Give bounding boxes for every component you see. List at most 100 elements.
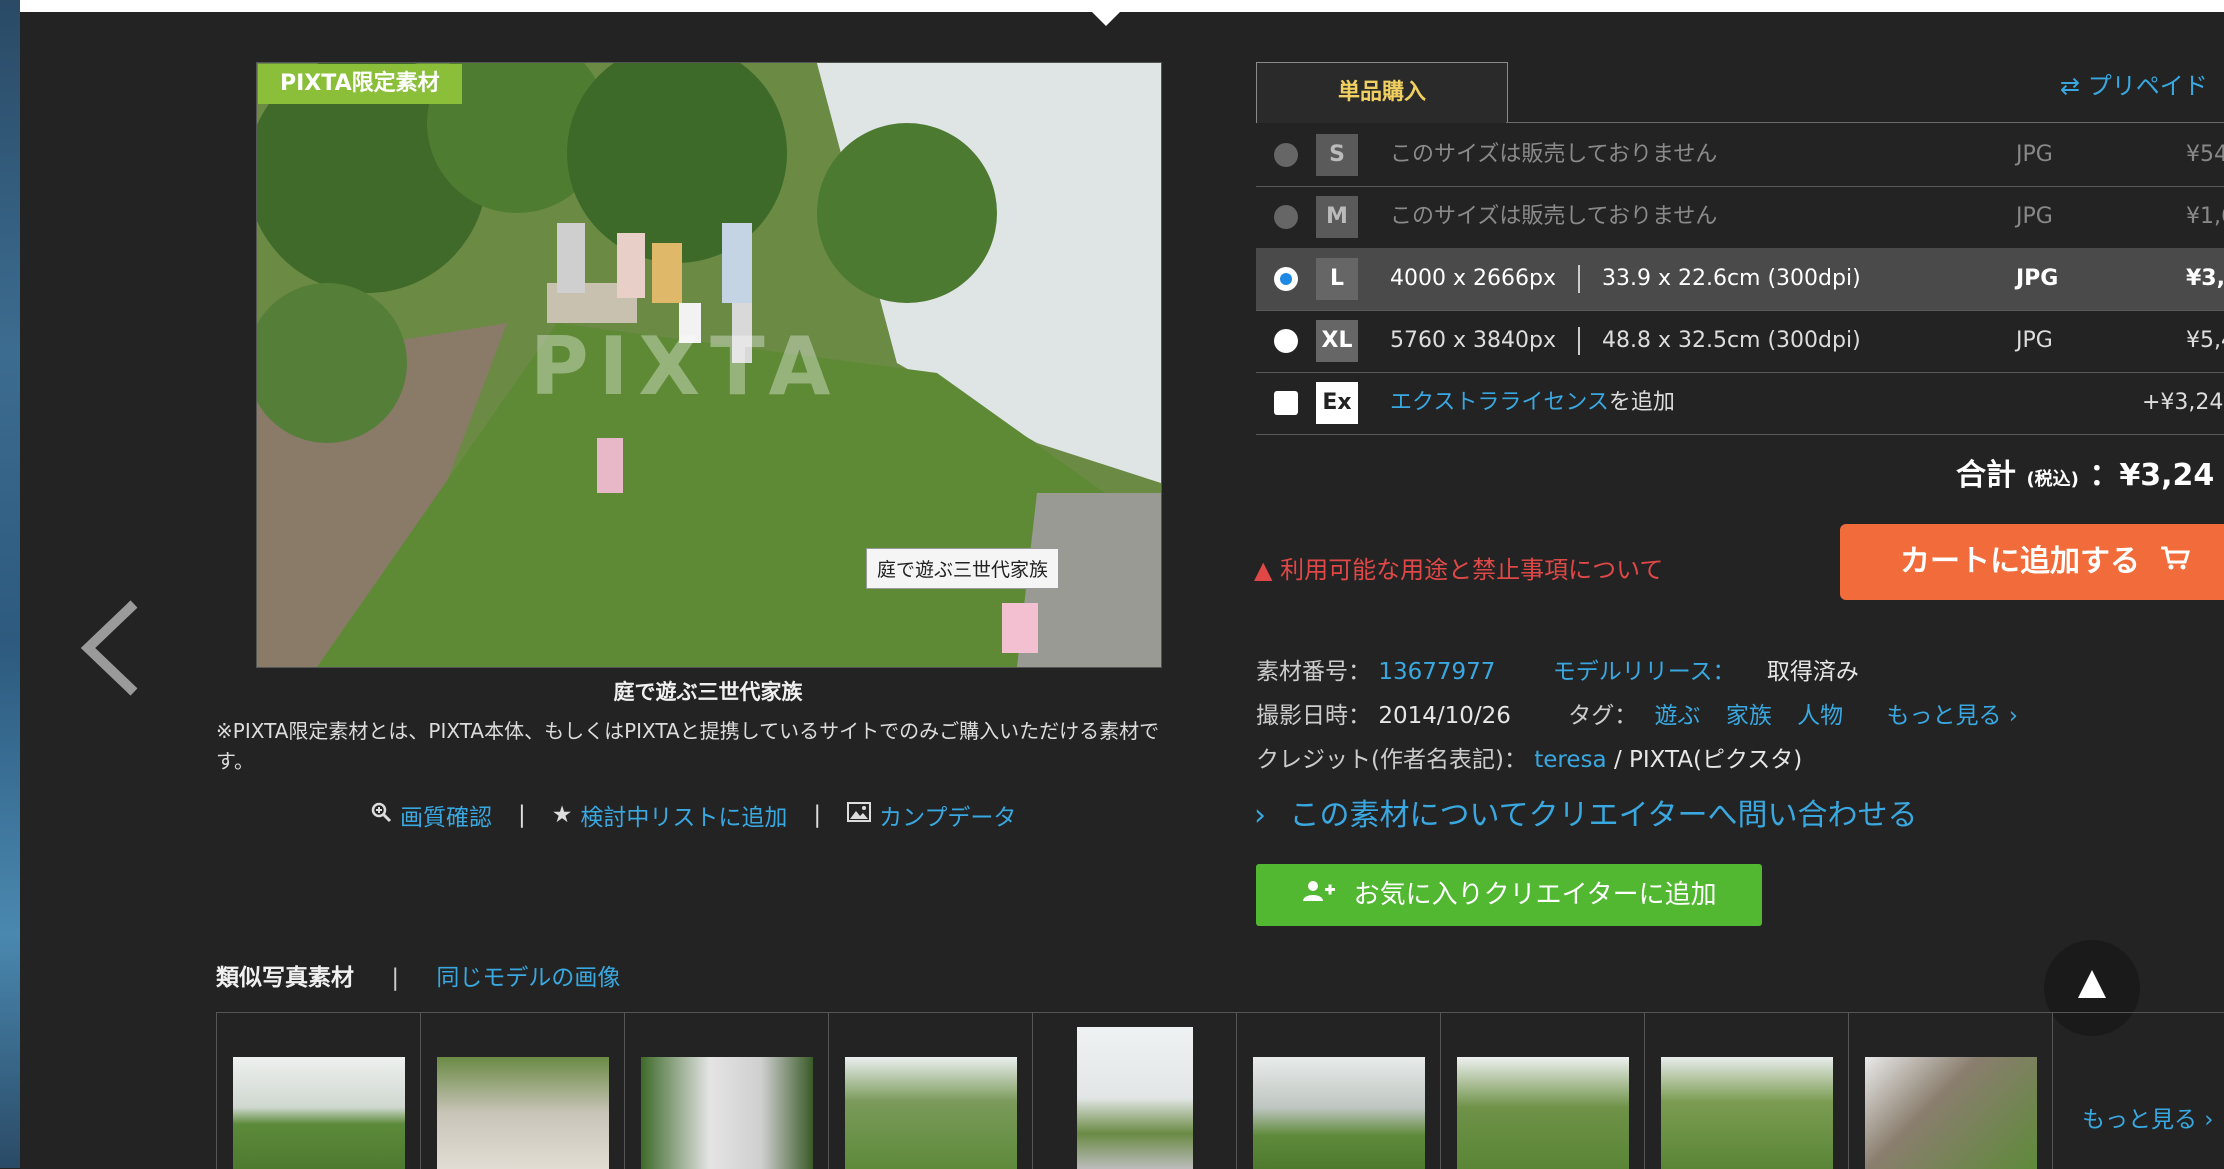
size-row-s: S このサイズは販売しておりません JPG ¥54	[1256, 124, 2224, 187]
chevron-right-icon: ›	[1254, 798, 1266, 833]
tab-underline	[1506, 122, 2224, 123]
size-row-ex[interactable]: Ex エクストラライセンスを追加 +¥3,24	[1256, 372, 2224, 435]
size-desc: このサイズは販売しておりません	[1390, 142, 1718, 167]
tag-link[interactable]: 遊ぶ	[1655, 703, 1701, 729]
photo-actions: 画質確認 | ★ 検討中リストに追加 | カンプデータ	[370, 798, 1016, 832]
thumbnail-cell[interactable]	[1236, 1013, 1440, 1169]
add-to-list-link[interactable]: 検討中リストに追加	[580, 798, 787, 832]
extra-license-checkbox[interactable]	[1274, 391, 1298, 415]
size-badge: XL	[1316, 320, 1358, 362]
size-desc: 5760 x 3840px 48.8 x 32.5cm (300dpi)	[1390, 310, 1861, 372]
material-id-row: 素材番号： 13677977 モデルリリース： 取得済み	[1256, 652, 1859, 686]
size-radio-xl[interactable]	[1274, 329, 1298, 353]
material-id-link[interactable]: 13677977	[1378, 659, 1495, 685]
tag-label: タグ：	[1568, 703, 1638, 729]
size-desc: 4000 x 2666px 33.9 x 22.6cm (300dpi)	[1390, 248, 1861, 310]
size-pixels: 4000 x 2666px	[1390, 266, 1556, 291]
credit-row: クレジット(作者名表記)： teresa / PIXTA(ピクスタ)	[1256, 740, 1802, 774]
size-print: 33.9 x 22.6cm (300dpi)	[1601, 266, 1861, 291]
thumbnail-image	[845, 1057, 1017, 1169]
size-price: +¥3,24	[2142, 390, 2224, 415]
tab-same-model[interactable]: 同じモデルの画像	[436, 965, 620, 991]
thumbnail-cell[interactable]	[1644, 1013, 1848, 1169]
top-bar-notch	[1092, 12, 1120, 26]
previous-arrow-icon[interactable]	[78, 598, 148, 698]
size-row-l[interactable]: L 4000 x 2666px 33.9 x 22.6cm (300dpi) JP…	[1256, 248, 2224, 311]
tag-link[interactable]: 人物	[1797, 703, 1843, 729]
warning-label: 利用可能な用途と禁止事項について	[1280, 556, 1664, 584]
warning-icon: ▲	[1254, 556, 1273, 584]
thumbnail-cell[interactable]	[1440, 1013, 1644, 1169]
add-to-cart-button[interactable]: カートに追加する	[1840, 524, 2224, 600]
thumbnail-image	[233, 1057, 405, 1169]
inquiry-label: この素材についてクリエイターへ問い合わせる	[1289, 798, 1918, 833]
similar-tabs: 類似写真素材 | 同じモデルの画像	[216, 958, 620, 992]
shoot-date-value: 2014/10/26	[1378, 703, 1511, 729]
more-tags-link[interactable]: もっと見る ›	[1886, 703, 2018, 729]
tab-similar-photos[interactable]: 類似写真素材	[216, 965, 354, 991]
photo-tooltip: 庭で遊ぶ三世代家族	[866, 548, 1060, 589]
watermark: PIXTA	[530, 320, 841, 413]
model-release-value: 取得済み	[1766, 659, 1859, 685]
size-radio-l[interactable]	[1274, 267, 1298, 291]
cart-button-label: カートに追加する	[1900, 544, 2140, 579]
thumbnail-cell[interactable]	[1032, 1013, 1236, 1169]
credit-separator: /	[1613, 747, 1629, 773]
size-radio-s	[1274, 143, 1298, 167]
size-badge: M	[1316, 196, 1358, 238]
comp-data-link[interactable]: カンプデータ	[879, 798, 1016, 832]
more-similar-link[interactable]: もっと見る ›	[2082, 1100, 2214, 1134]
tag-link[interactable]: 家族	[1726, 703, 1772, 729]
divider: |	[813, 802, 822, 828]
size-price: ¥1,62	[2186, 204, 2224, 229]
total-tax-note: (税込)	[2026, 469, 2079, 490]
extra-license-text: エクストラライセンスを追加	[1390, 372, 1675, 434]
thumbnail-image	[641, 1057, 813, 1169]
model-release-link[interactable]: モデルリリース：	[1553, 659, 1736, 685]
usage-warning-link[interactable]: ▲ 利用可能な用途と禁止事項について	[1254, 550, 1663, 585]
add-favorite-creator-button[interactable]: お気に入りクリエイターに追加	[1256, 864, 1762, 926]
size-radio-m	[1274, 205, 1298, 229]
quality-check-link[interactable]: 画質確認	[400, 798, 492, 832]
photo-title: 庭で遊ぶ三世代家族	[613, 680, 803, 704]
thumbnail-cell[interactable]	[828, 1013, 1032, 1169]
extra-license-link[interactable]: エクストラライセンス	[1390, 390, 1609, 415]
shoot-date-label: 撮影日時：	[1256, 703, 1371, 729]
size-badge: L	[1316, 258, 1358, 300]
thumbnail-cell[interactable]	[216, 1013, 420, 1169]
size-format: JPG	[2016, 142, 2053, 167]
creator-inquiry-link[interactable]: › この素材についてクリエイターへ問い合わせる	[1254, 790, 1917, 834]
exclusive-note: ※PIXTA限定素材とは、PIXTA本体、もしくはPIXTAと提携しているサイト…	[216, 719, 1160, 773]
thumbnail-image	[1457, 1057, 1629, 1169]
thumbnail-image	[1077, 1027, 1193, 1169]
extra-license-suffix: を追加	[1608, 390, 1675, 415]
thumbnail-cell[interactable]	[420, 1013, 624, 1169]
size-format: JPG	[2016, 204, 2053, 229]
author-link[interactable]: teresa	[1534, 747, 1606, 773]
size-row-m: M このサイズは販売しておりません JPG ¥1,62	[1256, 186, 2224, 249]
thumbnail-image	[437, 1057, 609, 1169]
size-badge: Ex	[1316, 382, 1358, 424]
cart-icon	[2160, 544, 2191, 579]
size-pixels: 5760 x 3840px	[1390, 328, 1556, 353]
thumbnail-image	[1865, 1057, 2037, 1169]
size-price: ¥5,40	[2186, 328, 2224, 353]
credit-site: PIXTA(ピクスタ)	[1629, 747, 1803, 773]
image-icon	[847, 802, 872, 828]
tab-single-purchase[interactable]: 単品購入	[1256, 62, 1508, 123]
size-row-xl[interactable]: XL 5760 x 3840px 48.8 x 32.5cm (300dpi) J…	[1256, 310, 2224, 373]
size-price: ¥3,24	[2186, 266, 2224, 291]
divider: |	[518, 802, 526, 828]
credit-label: クレジット(作者名表記)：	[1256, 747, 1527, 773]
thumbnail-cell[interactable]	[624, 1013, 828, 1169]
thumbnail-cell[interactable]	[1848, 1013, 2052, 1169]
swap-icon: ⇄	[2060, 72, 2081, 100]
tab-prepaid-label: プリペイド	[2087, 72, 2208, 100]
exclusive-badge: PIXTA限定素材	[258, 64, 462, 104]
total-label: 合計	[1956, 458, 2016, 493]
date-tags-row: 撮影日時： 2014/10/26 タグ： 遊ぶ 家族 人物 もっと見る ›	[1256, 696, 2018, 730]
total-price: 合計 (税込) ：¥3,24	[1956, 450, 2214, 494]
tab-prepaid[interactable]: ⇄ プリペイド	[2060, 66, 2208, 101]
size-print: 48.8 x 32.5cm (300dpi)	[1601, 328, 1861, 353]
add-user-icon	[1301, 880, 1343, 910]
